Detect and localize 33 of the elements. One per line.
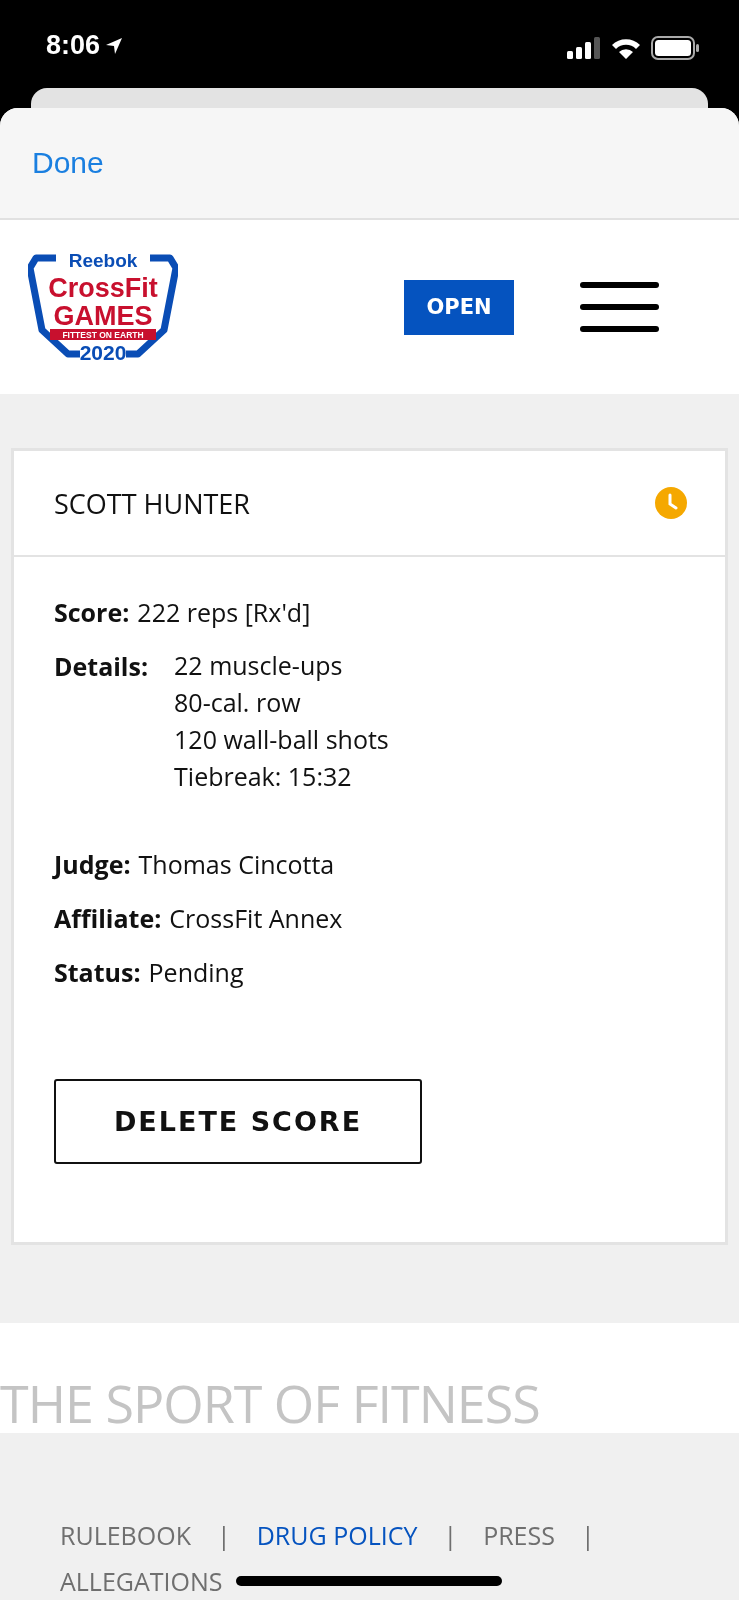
field-label: Details: bbox=[54, 649, 149, 685]
signal-icon bbox=[567, 37, 601, 59]
link-separator: | bbox=[580, 1517, 595, 1554]
banner-text: THE SPORT OF FITNESS bbox=[0, 1373, 540, 1433]
field-label: Status: bbox=[54, 955, 141, 989]
battery-icon bbox=[651, 36, 699, 60]
detail-line: 22 muscle-ups bbox=[174, 647, 344, 684]
footer-link[interactable]: RULEBOOK bbox=[60, 1515, 191, 1555]
footer-link[interactable]: DRUG POLICY bbox=[256, 1515, 418, 1555]
detail-line: 80-cal. row bbox=[174, 684, 302, 721]
logo[interactable]: Reebok CrossFit GAMES FITTEST ON EARTH 2020 bbox=[28, 249, 178, 365]
link-separator: | bbox=[216, 1517, 231, 1554]
field-value: 222 reps [Rx'd] bbox=[137, 595, 311, 629]
clock-icon bbox=[655, 487, 687, 519]
footer-link[interactable]: ALLEGATIONS bbox=[60, 1561, 223, 1600]
done-button[interactable]: Done bbox=[32, 146, 104, 180]
clock-time: 8:06 bbox=[46, 30, 101, 61]
field-label: Score: bbox=[54, 595, 130, 629]
footer-link[interactable]: PRESS bbox=[483, 1515, 555, 1555]
menu-icon[interactable] bbox=[580, 282, 659, 332]
field-label: Judge: bbox=[54, 847, 131, 881]
field-value: CrossFit Annex bbox=[169, 901, 343, 935]
field-label: Affiliate: bbox=[54, 901, 162, 935]
wifi-icon bbox=[611, 37, 641, 59]
field-value: Thomas Cincotta bbox=[138, 847, 335, 881]
field-value: Pending bbox=[148, 955, 244, 989]
delete-score-button[interactable]: DELETE SCORE bbox=[54, 1079, 422, 1164]
link-separator: | bbox=[443, 1517, 458, 1554]
detail-line: 120 wall-ball shots bbox=[174, 721, 389, 758]
athlete-name: SCOTT HUNTER bbox=[54, 484, 251, 522]
detail-line: Tiebreak: 15:32 bbox=[174, 758, 353, 795]
open-button[interactable]: OPEN bbox=[404, 279, 514, 335]
location-arrow-icon bbox=[104, 35, 125, 56]
